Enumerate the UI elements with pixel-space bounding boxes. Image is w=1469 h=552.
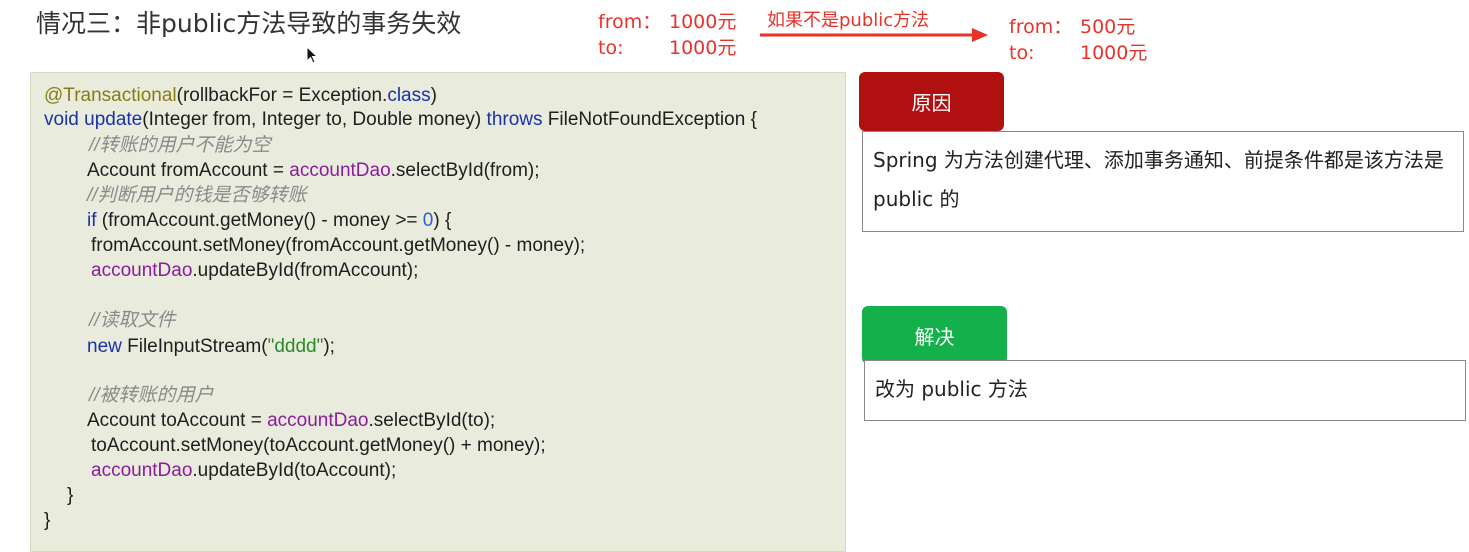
- code-comment: //被转账的用户: [89, 385, 214, 406]
- code-line: if (fromAccount.getMoney() - money >= 0)…: [87, 210, 452, 231]
- mouse-cursor-icon: [306, 46, 318, 64]
- right-arrow-icon: [760, 28, 988, 42]
- code-comment: //转账的用户不能为空: [89, 135, 271, 156]
- code-line-signature: void update(Integer from, Integer to, Do…: [44, 109, 757, 130]
- reason-text: Spring 为方法创建代理、添加事务通知、前提条件都是该方法是 public …: [862, 131, 1464, 232]
- solution-text: 改为 public 方法: [864, 360, 1466, 421]
- from-label: from：: [598, 11, 662, 33]
- code-line: new FileInputStream("dddd");: [87, 336, 335, 357]
- code-comment: //读取文件: [89, 310, 176, 331]
- to-value: 1000元: [1080, 42, 1148, 64]
- to-label: to:: [598, 37, 624, 59]
- code-line: Account fromAccount = accountDao.selectB…: [87, 160, 540, 181]
- code-line: accountDao.updateById(fromAccount);: [91, 260, 419, 281]
- solution-tag: 解决: [862, 306, 1007, 364]
- to-value: 1000元: [669, 37, 737, 59]
- code-line: }: [67, 485, 74, 506]
- code-line: }: [44, 510, 51, 531]
- code-line: toAccount.setMoney(toAccount.getMoney() …: [91, 435, 546, 456]
- reason-tag: 原因: [859, 72, 1004, 131]
- code-line: Account toAccount = accountDao.selectByI…: [87, 410, 496, 431]
- slide-title: 情况三：非public方法导致的事务失效: [36, 9, 462, 38]
- to-label: to:: [1009, 42, 1035, 64]
- code-comment: //判断用户的钱是否够转账: [87, 185, 307, 206]
- balances-after: from： 500元 to: 1000元: [1009, 14, 1169, 68]
- from-label: from：: [1009, 16, 1073, 38]
- code-line: fromAccount.setMoney(fromAccount.getMone…: [91, 235, 586, 256]
- code-line-annotation: @Transactional(rollbackFor = Exception.c…: [44, 85, 437, 106]
- from-value: 1000元: [669, 11, 737, 33]
- code-line: accountDao.updateById(toAccount);: [91, 460, 397, 481]
- from-value: 500元: [1080, 16, 1136, 38]
- balances-before: from： 1000元 to: 1000元: [598, 9, 758, 63]
- code-panel: @Transactional(rollbackFor = Exception.c…: [30, 72, 846, 552]
